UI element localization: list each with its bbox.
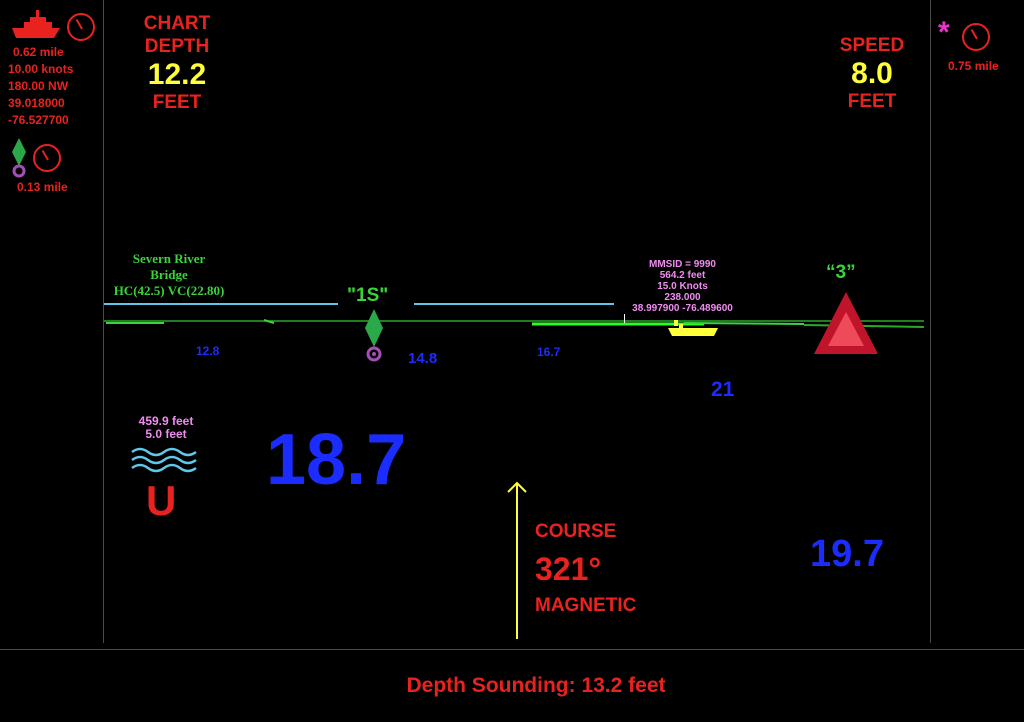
green-buoy-icon[interactable] — [364, 309, 384, 363]
bridge-name-2: Bridge — [150, 267, 188, 282]
green-marker-icon[interactable] — [10, 138, 28, 178]
vessel-heading: 180.00 NW — [8, 79, 69, 93]
red-buoy-icon[interactable] — [812, 290, 880, 356]
chart-depth-label2: DEPTH — [144, 36, 210, 57]
course-label: COURSE — [535, 521, 617, 542]
chart-depth-label1: CHART — [143, 13, 211, 34]
chart-depth-unit: FEET — [152, 92, 202, 113]
current-depth: 5.0 feet — [145, 427, 187, 441]
sounding-3: 16.7 — [537, 345, 561, 359]
vessel-lat: 39.018000 — [8, 96, 65, 110]
course-arrow — [505, 481, 529, 641]
marker-right-distance: 0.75 mile — [948, 59, 999, 73]
footer-divider — [0, 649, 1024, 650]
ais-course: 238.000 — [664, 292, 701, 303]
buoy-1s-label: "1S" — [347, 285, 389, 306]
speed-label: SPEED — [839, 35, 905, 56]
chart-depth-panel: CHART DEPTH 12.2 FEET — [128, 12, 226, 114]
ais-speed: 15.0 Knots — [657, 281, 708, 292]
ais-position: 38.997900 -76.489600 — [632, 303, 733, 314]
chart-depth-value: 12.2 — [147, 58, 207, 91]
current-info: 459.9 feet 5.0 feet — [125, 415, 207, 441]
marker-left-distance: 0.13 mile — [17, 180, 68, 194]
ais-tick — [624, 314, 625, 323]
vessel-lon: -76.527700 — [8, 113, 69, 127]
compass-icon[interactable] — [67, 13, 95, 41]
bridge-label[interactable]: Severn River Bridge HC(42.5) VC(22.80) — [106, 251, 232, 299]
waves-icon[interactable] — [130, 446, 198, 474]
compass-icon-marker[interactable] — [33, 144, 61, 172]
buoy-3-label: “3” — [826, 262, 856, 283]
sounding-1: 12.8 — [196, 344, 220, 358]
ais-target-info: MMSID = 9990 564.2 feet 15.0 Knots 238.0… — [610, 259, 755, 314]
course-value: 321° — [535, 551, 602, 587]
sounding-4: 21 — [711, 378, 735, 401]
ship-icon[interactable] — [10, 8, 62, 40]
compass-icon-right[interactable] — [962, 23, 990, 51]
ais-distance: 564.2 feet — [659, 270, 706, 281]
ais-mmsid: MMSID = 9990 — [649, 259, 716, 270]
big-depth-right: 19.7 — [810, 533, 884, 575]
speed-value: 8.0 — [851, 57, 893, 90]
big-depth-left: 18.7 — [266, 420, 407, 500]
depth-sounding-footer: Depth Sounding: 13.2 feet — [406, 674, 666, 697]
current-symbol: U — [146, 477, 177, 524]
course-ref: MAGNETIC — [535, 595, 637, 616]
ais-ship-icon[interactable] — [666, 316, 718, 338]
speed-unit: FEET — [847, 91, 897, 112]
shoreline — [104, 303, 925, 328]
course-panel: COURSE 321° MAGNETIC — [535, 521, 665, 617]
speed-panel: SPEED 8.0 FEET — [822, 34, 922, 113]
right-divider — [930, 0, 931, 643]
vessel-speed: 10.00 knots — [8, 62, 74, 76]
vessel-info: 0.62 mile 10.00 knots 180.00 NW 39.01800… — [8, 44, 98, 129]
asterisk-icon[interactable]: * — [938, 18, 950, 48]
sounding-2: 14.8 — [408, 350, 438, 367]
bridge-name-1: Severn River — [132, 251, 206, 266]
vessel-distance: 0.62 mile — [13, 45, 64, 59]
